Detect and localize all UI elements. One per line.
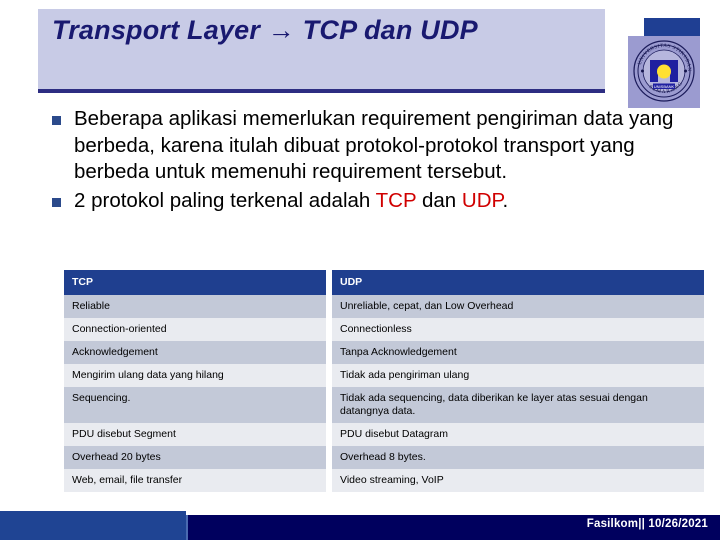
table-row: Sequencing. Tidak ada sequencing, data di…: [64, 387, 704, 423]
table-body: Reliable Unreliable, cepat, dan Low Overh…: [64, 295, 704, 492]
bullet-2-part-2: dan: [416, 188, 462, 212]
cell-udp: Connectionless: [332, 318, 704, 341]
cell-udp: PDU disebut Datagram: [332, 423, 704, 446]
footer-accent-overlay: [0, 515, 188, 540]
bullet-2-tcp-highlight: TCP: [375, 188, 417, 212]
cell-udp: Video streaming, VoIP: [332, 469, 704, 492]
bullet-text-2: 2 protokol paling terkenal adalah TCP da…: [74, 188, 508, 215]
cell-tcp: Web, email, file transfer: [64, 469, 326, 492]
square-bullet-icon: [52, 116, 61, 125]
bullet-list: Beberapa aplikasi memerlukan requirement…: [52, 106, 692, 216]
tcp-udp-comparison-table: TCP UDP Reliable Unreliable, cepat, dan L…: [64, 270, 704, 492]
cell-udp: Tanpa Acknowledgement: [332, 341, 704, 364]
table-row: PDU disebut Segment PDU disebut Datagram: [64, 423, 704, 446]
list-item: 2 protokol paling terkenal adalah TCP da…: [52, 188, 692, 215]
table-header-row: TCP UDP: [64, 270, 704, 295]
table-row: Web, email, file transfer Video streaming…: [64, 469, 704, 492]
table-row: Mengirim ulang data yang hilang Tidak ada…: [64, 364, 704, 387]
table-row: Acknowledgement Tanpa Acknowledgement: [64, 341, 704, 364]
cell-udp: Overhead 8 bytes.: [332, 446, 704, 469]
table-row: Reliable Unreliable, cepat, dan Low Overh…: [64, 295, 704, 318]
cell-tcp: Overhead 20 bytes: [64, 446, 326, 469]
svg-text:UNISBANK: UNISBANK: [654, 84, 675, 89]
cell-tcp: Mengirim ulang data yang hilang: [64, 364, 326, 387]
page-title: Transport Layer → TCP dan UDP: [52, 15, 478, 45]
bullet-2-part-3: .: [502, 188, 509, 212]
title-underline-rule: [38, 89, 605, 93]
table-row: Overhead 20 bytes Overhead 8 bytes.: [64, 446, 704, 469]
logo: UNIVERSITAS STIKUBANK SEMARANG UNISBANK: [612, 18, 708, 116]
bullet-2-part-1: 2 protokol paling terkenal adalah: [74, 188, 376, 212]
slide-title-box: Transport Layer → TCP dan UDP: [38, 9, 605, 89]
cell-udp: Unreliable, cepat, dan Low Overhead: [332, 295, 704, 318]
table-row: Connection-oriented Connectionless: [64, 318, 704, 341]
column-header-tcp: TCP: [64, 270, 326, 295]
cell-tcp: PDU disebut Segment: [64, 423, 326, 446]
bullet-text-1: Beberapa aplikasi memerlukan requirement…: [74, 107, 674, 183]
bullet-2-udp-highlight: UDP: [461, 188, 503, 212]
cell-tcp: Sequencing.: [64, 387, 326, 423]
column-header-udp: UDP: [332, 270, 704, 295]
list-item: Beberapa aplikasi memerlukan requirement…: [52, 106, 692, 186]
footer-text: Fasilkom|| 10/26/2021: [586, 518, 708, 530]
square-bullet-icon: [52, 197, 61, 207]
cell-udp: Tidak ada sequencing, data diberikan ke …: [332, 387, 704, 423]
cell-udp: Tidak ada pengiriman ulang: [332, 364, 704, 387]
cell-tcp: Reliable: [64, 295, 326, 318]
cell-tcp: Acknowledgement: [64, 341, 326, 364]
cell-tcp: Connection-oriented: [64, 318, 326, 341]
university-seal-icon: UNIVERSITAS STIKUBANK SEMARANG UNISBANK: [632, 38, 695, 102]
